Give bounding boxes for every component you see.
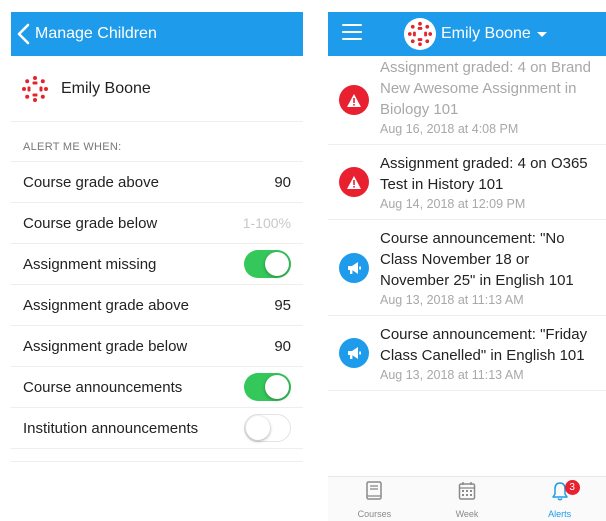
alert-title: Course announcement: "Friday Class Canel… (380, 326, 588, 364)
chevron-left-icon (17, 23, 30, 45)
warning-icon (339, 85, 369, 115)
alert-setting-label: Course grade below (23, 214, 158, 232)
megaphone-icon (339, 252, 369, 283)
canvas-logo-icon (404, 18, 436, 50)
alert-setting-label: Course announcements (23, 378, 183, 396)
back-label: Manage Children (35, 25, 157, 42)
alert-setting-label: Course grade above (23, 173, 159, 191)
alert-date: Aug 13, 2018 at 11:13 AM (380, 368, 524, 382)
alert-toggle[interactable] (244, 373, 291, 401)
alert-icon-column (339, 56, 380, 144)
alert-setting-row[interactable]: Course grade below 1-100% (11, 203, 303, 244)
nav-bar: Emily Boone (328, 12, 606, 56)
alert-item[interactable]: Assignment graded: 4 on Brand New Awesom… (328, 56, 606, 145)
child-name: Emily Boone (61, 79, 151, 97)
back-button[interactable]: Manage Children (15, 23, 157, 45)
tab-label: Week (455, 509, 479, 519)
alert-settings-list: Course grade above 90 Course grade below 1-… (11, 162, 303, 449)
alerts-screen: Emily Boone Assignment graded: 4 on Bran… (328, 12, 606, 521)
nav-bar: Manage Children (11, 12, 303, 56)
alert-text: Assignment graded: 4 on O365 Test in His… (380, 145, 602, 219)
alert-setting-label: Assignment grade below (23, 337, 188, 355)
alert-setting-label: Institution announcements (23, 419, 199, 437)
megaphone-icon (339, 338, 369, 368)
alert-item[interactable]: Course announcement: "Friday Class Canel… (328, 316, 606, 391)
alert-toggle[interactable] (244, 250, 291, 278)
alert-title: Assignment graded: 4 on O365 Test in His… (380, 155, 588, 193)
alert-date: Aug 14, 2018 at 12:09 PM (380, 197, 526, 211)
alert-text: Assignment graded: 4 on Brand New Awesom… (380, 56, 602, 144)
alert-setting-row[interactable]: Course grade above 90 (11, 162, 303, 203)
section-header: ALERT ME WHEN: (11, 122, 303, 162)
hamburger-menu-icon[interactable] (342, 24, 362, 42)
tab-week[interactable]: Week (421, 477, 514, 521)
alert-setting-row[interactable]: Institution announcements (11, 408, 303, 449)
calendar-icon (457, 480, 477, 509)
alert-toggle[interactable] (244, 414, 291, 442)
alert-item[interactable]: Course announcement: "No Class November … (328, 220, 606, 316)
alerts-feed: Assignment graded: 4 on Brand New Awesom… (328, 56, 606, 391)
toggle-knob (265, 252, 289, 276)
alert-setting-row[interactable]: Course announcements (11, 367, 303, 408)
book-icon (364, 480, 384, 509)
alert-setting-row[interactable]: Assignment grade below 90 (11, 326, 303, 367)
tab-courses[interactable]: Courses (328, 477, 421, 521)
canvas-logo-icon (21, 75, 49, 103)
screen-gap (303, 12, 328, 521)
tab-alerts[interactable]: 3 Alerts (513, 477, 606, 521)
threshold-placeholder[interactable]: 1-100% (243, 215, 291, 231)
warning-icon (339, 167, 369, 197)
student-picker[interactable]: Emily Boone (404, 18, 547, 50)
threshold-value[interactable]: 95 (274, 297, 291, 314)
alert-item[interactable]: Assignment graded: 4 on O365 Test in His… (328, 145, 606, 220)
toggle-knob (265, 375, 289, 399)
alert-count-badge: 3 (564, 480, 580, 495)
caret-down-icon (536, 31, 547, 37)
divider (11, 461, 303, 462)
alert-text: Course announcement: "No Class November … (380, 220, 602, 315)
alert-setting-label: Assignment grade above (23, 296, 189, 314)
alert-icon-column (339, 220, 380, 315)
tab-label: Courses (357, 509, 392, 519)
alert-title: Assignment graded: 4 on Brand New Awesom… (380, 59, 591, 118)
alert-setting-label: Assignment missing (23, 255, 157, 273)
tab-bar: Courses Week 3 Alerts (328, 476, 606, 521)
alert-setting-row[interactable]: Assignment grade above 95 (11, 285, 303, 326)
alert-icon-column (339, 316, 380, 390)
alert-icon-column (339, 145, 380, 219)
toggle-knob (246, 416, 270, 440)
tab-label: Alerts (548, 509, 572, 519)
alert-setting-row[interactable]: Assignment missing (11, 244, 303, 285)
threshold-value[interactable]: 90 (274, 174, 291, 191)
manage-children-screen: Manage Children Emily Boone ALERT ME WHE… (11, 12, 303, 521)
alert-date: Aug 16, 2018 at 4:08 PM (380, 122, 519, 136)
child-row[interactable]: Emily Boone (11, 56, 303, 122)
alert-text: Course announcement: "Friday Class Canel… (380, 316, 602, 390)
alert-date: Aug 13, 2018 at 11:13 AM (380, 293, 524, 307)
threshold-value[interactable]: 90 (274, 338, 291, 355)
student-name: Emily Boone (441, 25, 531, 42)
alert-title: Course announcement: "No Class November … (380, 230, 574, 289)
